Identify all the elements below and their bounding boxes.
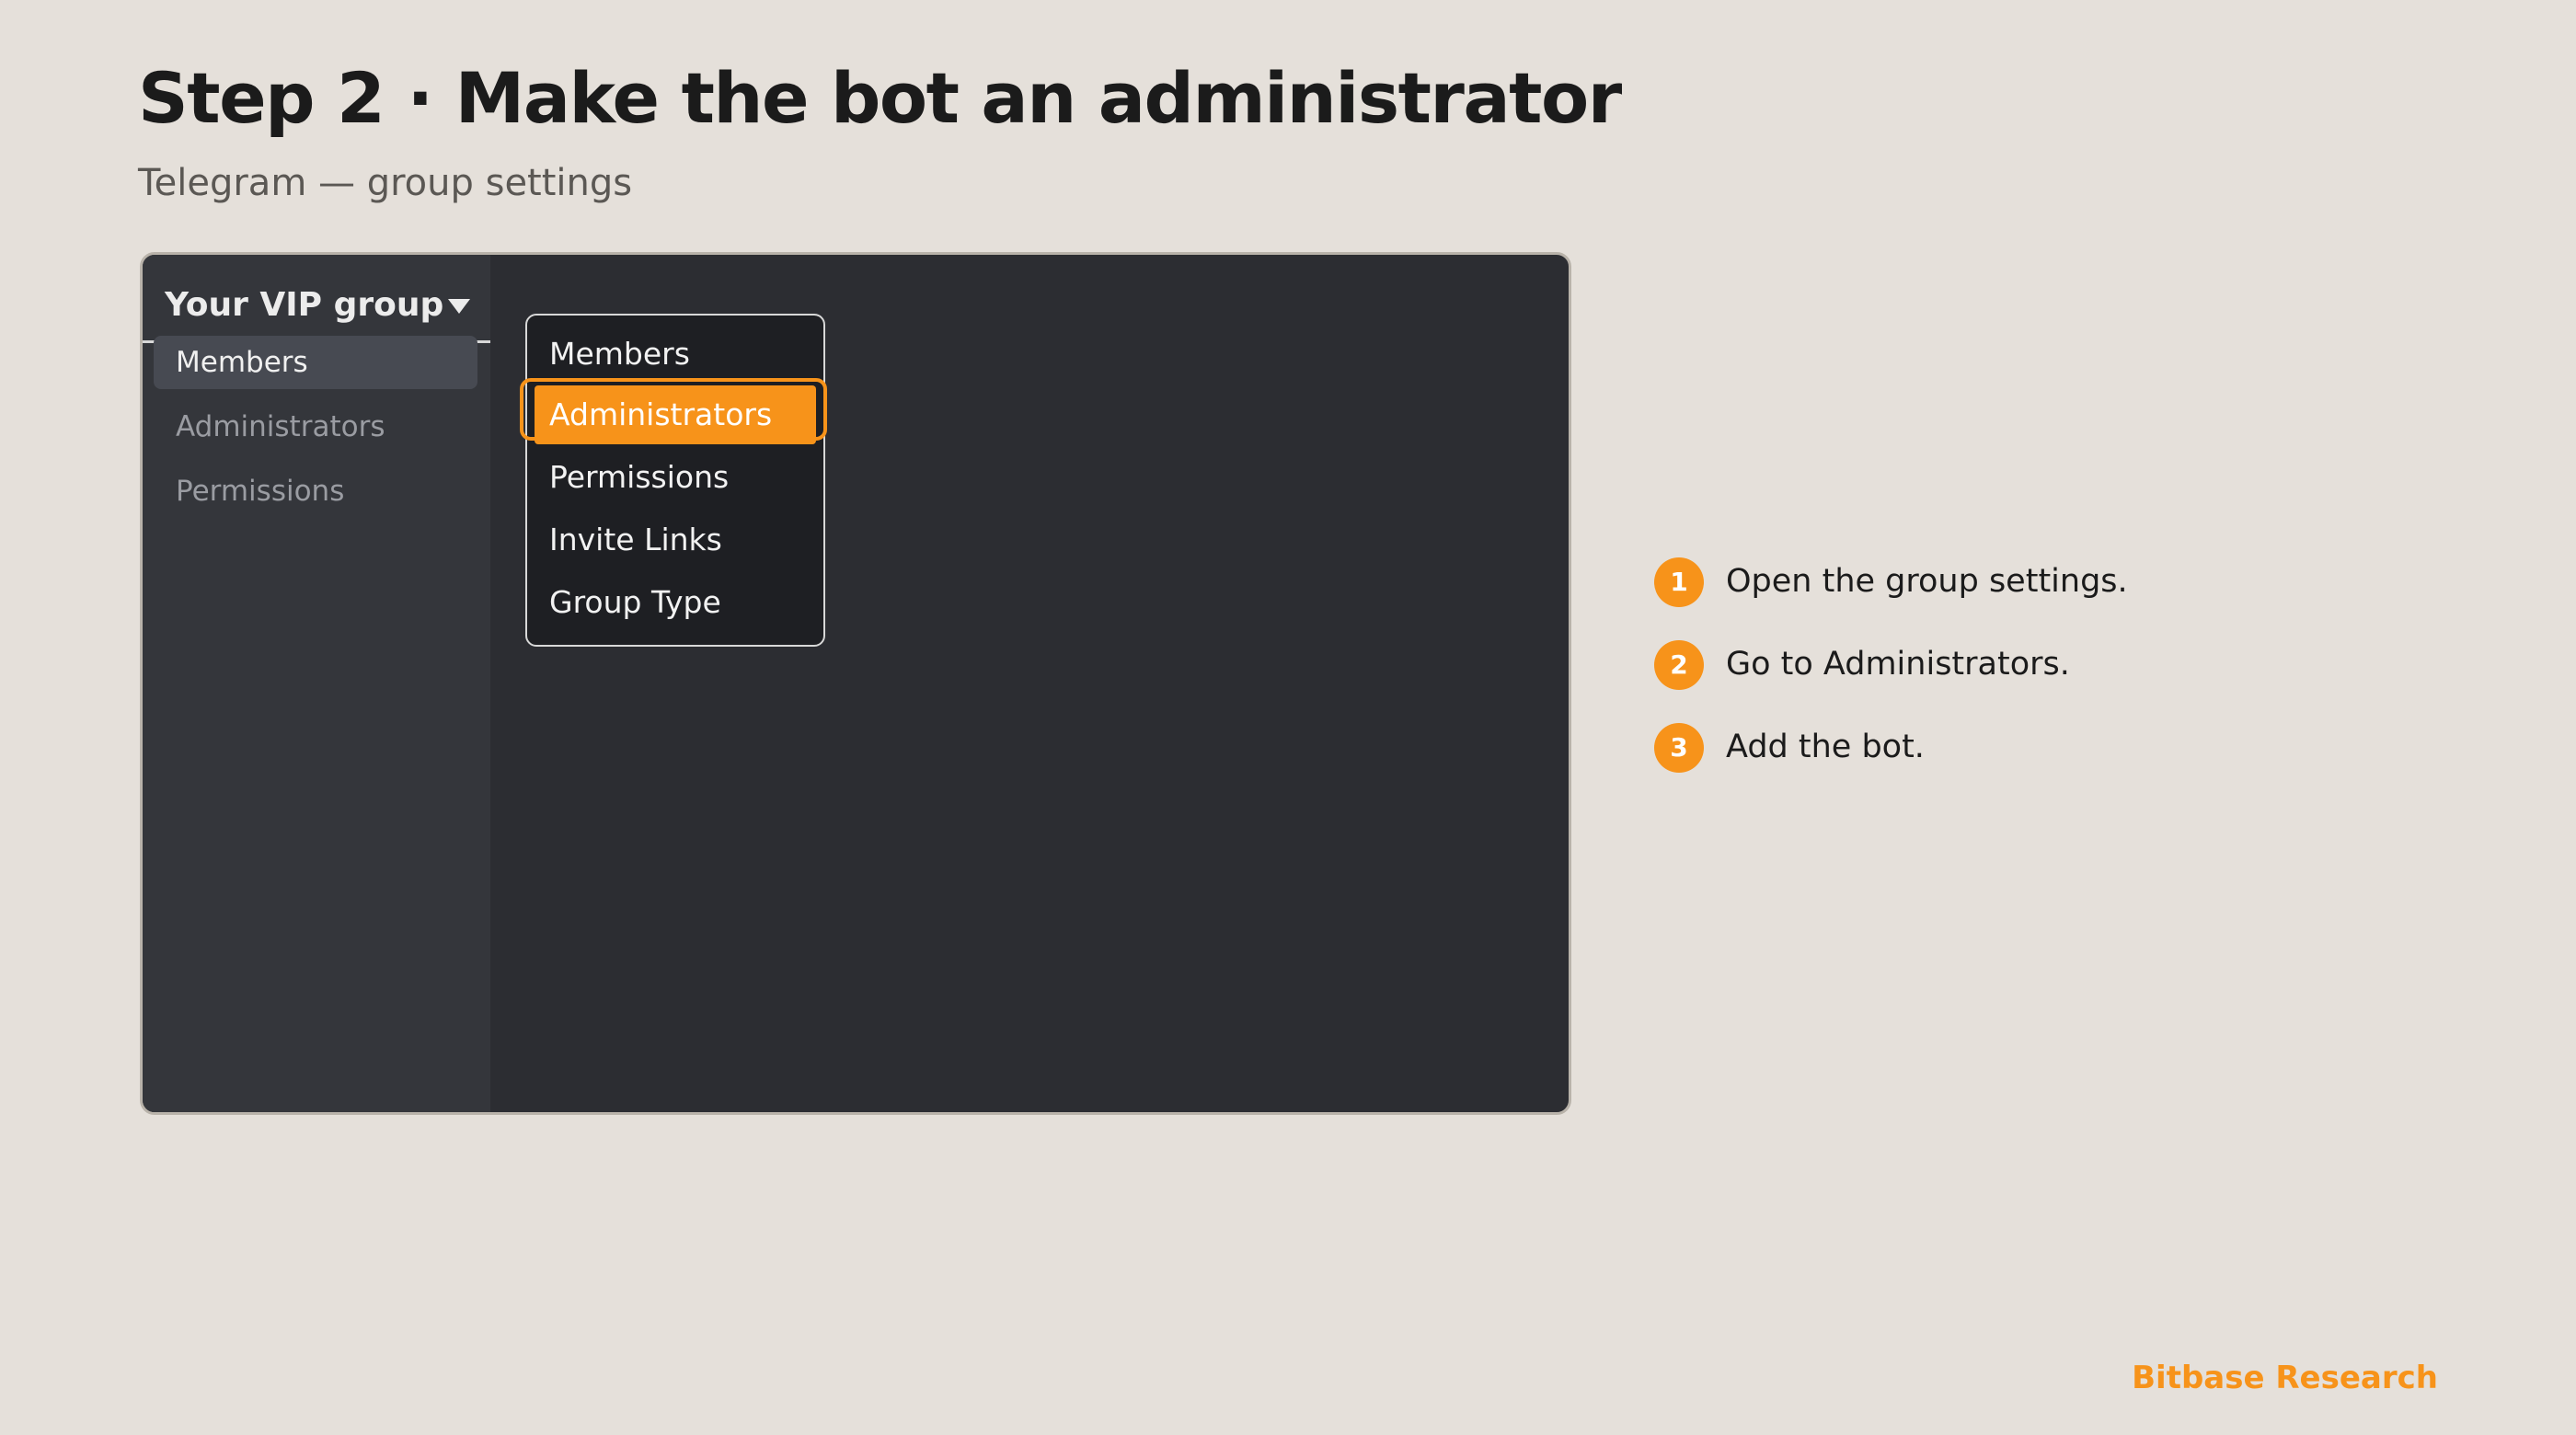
- menu-item-members[interactable]: Members: [535, 325, 816, 384]
- sidebar-item-members[interactable]: Members: [154, 336, 477, 389]
- step-number-badge: 1: [1654, 557, 1704, 607]
- menu-item-permissions[interactable]: Permissions: [535, 448, 816, 507]
- brand-footer: Bitbase Research: [2132, 1360, 2438, 1396]
- page-title: Step 2 · Make the bot an administrator: [138, 57, 1622, 139]
- chevron-down-icon[interactable]: [448, 299, 470, 314]
- step-item: 2 Go to Administrators.: [1654, 640, 2298, 695]
- menu-item-group-type[interactable]: Group Type: [535, 573, 816, 632]
- step-text: Go to Administrators.: [1726, 646, 2070, 683]
- sidebar-item-permissions[interactable]: Permissions: [154, 465, 477, 518]
- settings-dropdown-menu: Members Administrators Permissions Invit…: [525, 314, 825, 647]
- app-window: Your VIP group Members Administrators Pe…: [140, 252, 1571, 1115]
- group-selector[interactable]: Your VIP group: [143, 273, 490, 343]
- group-name: Your VIP group: [165, 286, 444, 324]
- step-number-badge: 2: [1654, 640, 1704, 690]
- step-item: 3 Add the bot.: [1654, 723, 2298, 778]
- sidebar-item-administrators[interactable]: Administrators: [154, 400, 477, 453]
- menu-item-invite-links[interactable]: Invite Links: [535, 511, 816, 569]
- step-text: Open the group settings.: [1726, 563, 2128, 600]
- highlight-ring: [520, 378, 827, 441]
- page-subtitle: Telegram — group settings: [138, 162, 633, 204]
- step-item: 1 Open the group settings.: [1654, 557, 2298, 613]
- sidebar: Your VIP group Members Administrators Pe…: [143, 255, 490, 1112]
- step-number-badge: 3: [1654, 723, 1704, 773]
- step-text: Add the bot.: [1726, 729, 1925, 765]
